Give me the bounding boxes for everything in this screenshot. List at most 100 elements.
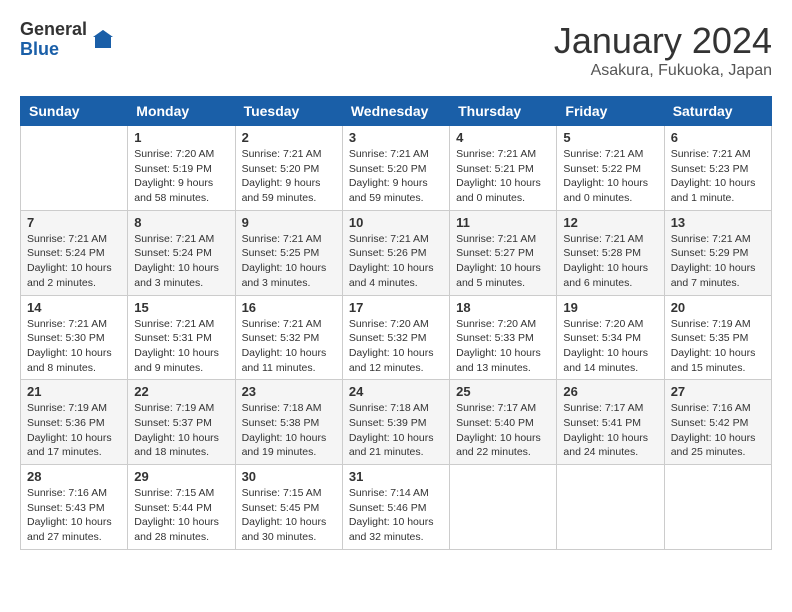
- day-info: Sunrise: 7:20 AM Sunset: 5:32 PM Dayligh…: [349, 317, 443, 376]
- day-info: Sunrise: 7:21 AM Sunset: 5:31 PM Dayligh…: [134, 317, 228, 376]
- calendar-cell: 23 Sunrise: 7:18 AM Sunset: 5:38 PM Dayli…: [235, 380, 342, 465]
- day-info: Sunrise: 7:21 AM Sunset: 5:25 PM Dayligh…: [242, 232, 336, 291]
- location-subtitle: Asakura, Fukuoka, Japan: [554, 62, 772, 80]
- week-row-2: 7 Sunrise: 7:21 AM Sunset: 5:24 PM Daylig…: [21, 210, 772, 295]
- day-number: 7: [27, 215, 121, 230]
- day-info: Sunrise: 7:19 AM Sunset: 5:36 PM Dayligh…: [27, 401, 121, 460]
- day-info: Sunrise: 7:21 AM Sunset: 5:27 PM Dayligh…: [456, 232, 550, 291]
- calendar-cell: 16 Sunrise: 7:21 AM Sunset: 5:32 PM Dayli…: [235, 295, 342, 380]
- day-number: 22: [134, 384, 228, 399]
- day-info: Sunrise: 7:18 AM Sunset: 5:38 PM Dayligh…: [242, 401, 336, 460]
- calendar-cell: 3 Sunrise: 7:21 AM Sunset: 5:20 PM Daylig…: [342, 126, 449, 211]
- calendar-cell: 7Sunrise: 7:21 AM Sunset: 5:24 PM Daylig…: [21, 210, 128, 295]
- day-number: 11: [456, 215, 550, 230]
- day-number: 29: [134, 469, 228, 484]
- calendar-cell: 1 Sunrise: 7:20 AM Sunset: 5:19 PM Daylig…: [128, 126, 235, 211]
- calendar-cell: 20 Sunrise: 7:19 AM Sunset: 5:35 PM Dayli…: [664, 295, 771, 380]
- calendar-table: SundayMondayTuesdayWednesdayThursdayFrid…: [20, 96, 772, 550]
- day-info: Sunrise: 7:20 AM Sunset: 5:34 PM Dayligh…: [563, 317, 657, 376]
- day-number: 5: [563, 130, 657, 145]
- week-row-1: 1 Sunrise: 7:20 AM Sunset: 5:19 PM Daylig…: [21, 126, 772, 211]
- weekday-header-monday: Monday: [128, 97, 235, 126]
- calendar-cell: 26Sunrise: 7:17 AM Sunset: 5:41 PM Dayli…: [557, 380, 664, 465]
- calendar-cell: 14Sunrise: 7:21 AM Sunset: 5:30 PM Dayli…: [21, 295, 128, 380]
- calendar-cell: 5 Sunrise: 7:21 AM Sunset: 5:22 PM Daylig…: [557, 126, 664, 211]
- weekday-header-row: SundayMondayTuesdayWednesdayThursdayFrid…: [21, 97, 772, 126]
- day-info: Sunrise: 7:16 AM Sunset: 5:42 PM Dayligh…: [671, 401, 765, 460]
- day-number: 4: [456, 130, 550, 145]
- day-info: Sunrise: 7:20 AM Sunset: 5:33 PM Dayligh…: [456, 317, 550, 376]
- calendar-cell: [557, 465, 664, 550]
- day-number: 10: [349, 215, 443, 230]
- weekday-header-wednesday: Wednesday: [342, 97, 449, 126]
- day-info: Sunrise: 7:21 AM Sunset: 5:22 PM Dayligh…: [563, 147, 657, 206]
- day-number: 13: [671, 215, 765, 230]
- day-number: 16: [242, 300, 336, 315]
- calendar-cell: 13 Sunrise: 7:21 AM Sunset: 5:29 PM Dayli…: [664, 210, 771, 295]
- day-number: 2: [242, 130, 336, 145]
- day-info: Sunrise: 7:21 AM Sunset: 5:26 PM Dayligh…: [349, 232, 443, 291]
- calendar-cell: 22Sunrise: 7:19 AM Sunset: 5:37 PM Dayli…: [128, 380, 235, 465]
- week-row-3: 14Sunrise: 7:21 AM Sunset: 5:30 PM Dayli…: [21, 295, 772, 380]
- calendar-cell: 24 Sunrise: 7:18 AM Sunset: 5:39 PM Dayli…: [342, 380, 449, 465]
- day-info: Sunrise: 7:17 AM Sunset: 5:41 PM Dayligh…: [563, 401, 657, 460]
- day-number: 8: [134, 215, 228, 230]
- calendar-cell: 9 Sunrise: 7:21 AM Sunset: 5:25 PM Daylig…: [235, 210, 342, 295]
- day-number: 31: [349, 469, 443, 484]
- weekday-header-saturday: Saturday: [664, 97, 771, 126]
- day-number: 17: [349, 300, 443, 315]
- day-number: 19: [563, 300, 657, 315]
- day-number: 24: [349, 384, 443, 399]
- calendar-cell: 30 Sunrise: 7:15 AM Sunset: 5:45 PM Dayli…: [235, 465, 342, 550]
- day-number: 15: [134, 300, 228, 315]
- calendar-cell: 15 Sunrise: 7:21 AM Sunset: 5:31 PM Dayli…: [128, 295, 235, 380]
- calendar-cell: 12Sunrise: 7:21 AM Sunset: 5:28 PM Dayli…: [557, 210, 664, 295]
- day-number: 12: [563, 215, 657, 230]
- day-number: 3: [349, 130, 443, 145]
- calendar-cell: [21, 126, 128, 211]
- day-number: 23: [242, 384, 336, 399]
- calendar-cell: 29 Sunrise: 7:15 AM Sunset: 5:44 PM Dayli…: [128, 465, 235, 550]
- day-info: Sunrise: 7:21 AM Sunset: 5:30 PM Dayligh…: [27, 317, 121, 376]
- day-info: Sunrise: 7:21 AM Sunset: 5:29 PM Dayligh…: [671, 232, 765, 291]
- day-number: 1: [134, 130, 228, 145]
- day-info: Sunrise: 7:15 AM Sunset: 5:45 PM Dayligh…: [242, 486, 336, 545]
- day-info: Sunrise: 7:19 AM Sunset: 5:35 PM Dayligh…: [671, 317, 765, 376]
- calendar-cell: 2 Sunrise: 7:21 AM Sunset: 5:20 PM Daylig…: [235, 126, 342, 211]
- calendar-cell: 17 Sunrise: 7:20 AM Sunset: 5:32 PM Dayli…: [342, 295, 449, 380]
- day-number: 6: [671, 130, 765, 145]
- day-number: 21: [27, 384, 121, 399]
- day-info: Sunrise: 7:21 AM Sunset: 5:20 PM Dayligh…: [349, 147, 443, 206]
- day-info: Sunrise: 7:15 AM Sunset: 5:44 PM Dayligh…: [134, 486, 228, 545]
- day-info: Sunrise: 7:21 AM Sunset: 5:20 PM Dayligh…: [242, 147, 336, 206]
- weekday-header-tuesday: Tuesday: [235, 97, 342, 126]
- month-title: January 2024: [554, 20, 772, 62]
- calendar-cell: 6Sunrise: 7:21 AM Sunset: 5:23 PM Daylig…: [664, 126, 771, 211]
- week-row-5: 28 Sunrise: 7:16 AM Sunset: 5:43 PM Dayli…: [21, 465, 772, 550]
- title-area: January 2024 Asakura, Fukuoka, Japan: [554, 20, 772, 80]
- day-info: Sunrise: 7:18 AM Sunset: 5:39 PM Dayligh…: [349, 401, 443, 460]
- calendar-cell: 28 Sunrise: 7:16 AM Sunset: 5:43 PM Dayli…: [21, 465, 128, 550]
- calendar-cell: 10 Sunrise: 7:21 AM Sunset: 5:26 PM Dayli…: [342, 210, 449, 295]
- day-number: 28: [27, 469, 121, 484]
- day-info: Sunrise: 7:21 AM Sunset: 5:24 PM Dayligh…: [134, 232, 228, 291]
- day-info: Sunrise: 7:14 AM Sunset: 5:46 PM Dayligh…: [349, 486, 443, 545]
- week-row-4: 21 Sunrise: 7:19 AM Sunset: 5:36 PM Dayli…: [21, 380, 772, 465]
- day-number: 25: [456, 384, 550, 399]
- logo-general: General: [20, 20, 87, 40]
- day-number: 18: [456, 300, 550, 315]
- day-number: 9: [242, 215, 336, 230]
- day-info: Sunrise: 7:16 AM Sunset: 5:43 PM Dayligh…: [27, 486, 121, 545]
- day-info: Sunrise: 7:21 AM Sunset: 5:32 PM Dayligh…: [242, 317, 336, 376]
- calendar-cell: 18 Sunrise: 7:20 AM Sunset: 5:33 PM Dayli…: [450, 295, 557, 380]
- calendar-cell: 21 Sunrise: 7:19 AM Sunset: 5:36 PM Dayli…: [21, 380, 128, 465]
- weekday-header-sunday: Sunday: [21, 97, 128, 126]
- day-number: 20: [671, 300, 765, 315]
- calendar-cell: 27Sunrise: 7:16 AM Sunset: 5:42 PM Dayli…: [664, 380, 771, 465]
- calendar-cell: [664, 465, 771, 550]
- day-info: Sunrise: 7:21 AM Sunset: 5:21 PM Dayligh…: [456, 147, 550, 206]
- calendar-cell: 11 Sunrise: 7:21 AM Sunset: 5:27 PM Dayli…: [450, 210, 557, 295]
- day-number: 30: [242, 469, 336, 484]
- day-info: Sunrise: 7:20 AM Sunset: 5:19 PM Dayligh…: [134, 147, 228, 206]
- calendar-cell: [450, 465, 557, 550]
